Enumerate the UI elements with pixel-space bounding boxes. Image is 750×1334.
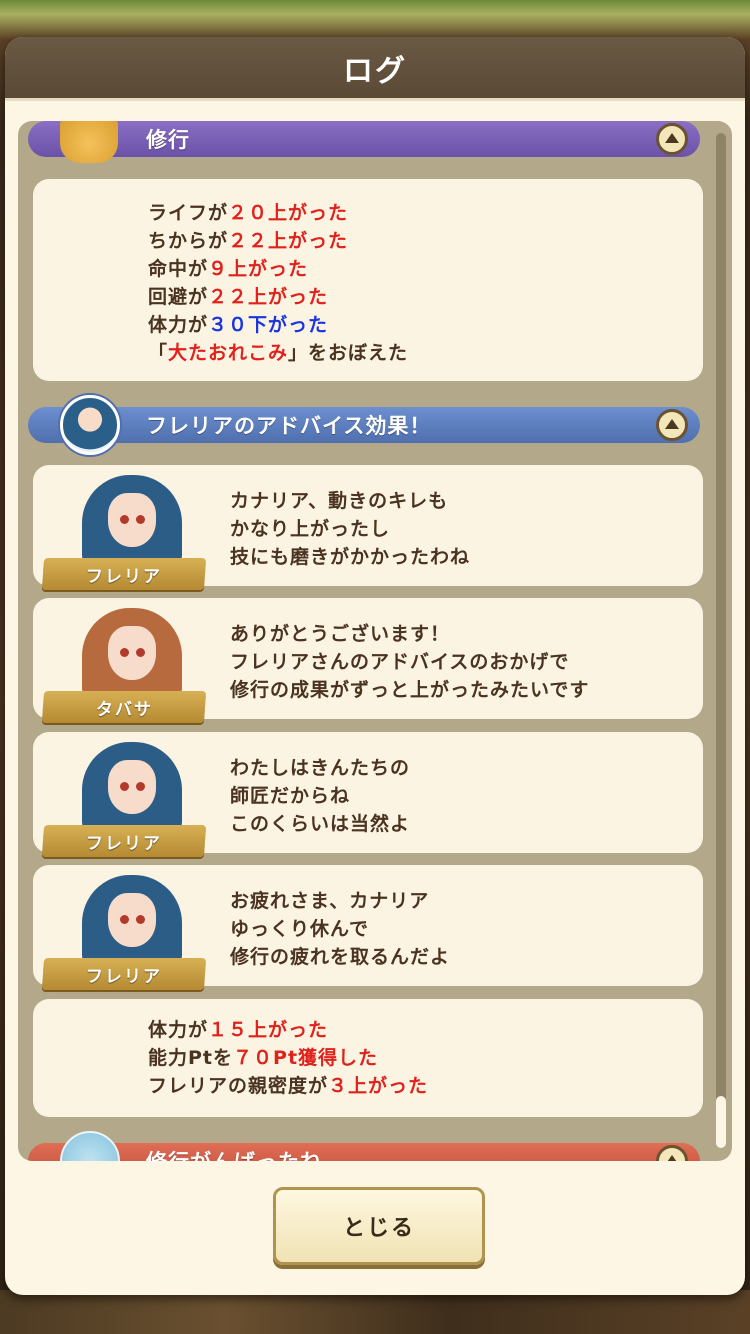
- stat-line: フレリアの親密度が３上がった: [148, 1075, 429, 1097]
- character-portrait: [78, 738, 186, 830]
- section-header-training[interactable]: 修行: [28, 121, 700, 163]
- section-title: 修行がんばったね: [146, 1146, 322, 1161]
- section-title: フレリアのアドバイス効果！: [146, 414, 432, 438]
- dialog-title: ログ: [343, 53, 407, 89]
- log-dialog: ログ 修行 ライフが２０上がった ちからが２２上がった 命中が９上がった 回避が…: [5, 37, 745, 1295]
- training-result-card: ライフが２０上がった ちからが２２上がった 命中が９上がった 回避が２２上がった…: [33, 179, 703, 381]
- log-list: 修行 ライフが２０上がった ちからが２２上がった 命中が９上がった 回避が２２上…: [28, 121, 704, 1161]
- speaker-nameplate: フレリア: [41, 825, 207, 857]
- dialogue-text: お疲れさま、カナリア ゆっくり休んで 修行の疲れを取るんだよ: [230, 890, 451, 968]
- speaker-nameplate: タバサ: [41, 691, 207, 723]
- stat-line: 体力が３０下がった: [148, 314, 329, 336]
- stat-line: 能力Ptを７０Pt獲得した: [148, 1047, 379, 1069]
- dialogue-card: フレリア お疲れさま、カナリア ゆっくり休んで 修行の疲れを取るんだよ: [33, 865, 703, 990]
- close-button[interactable]: とじる: [273, 1187, 485, 1265]
- scrollbar-track[interactable]: [716, 133, 726, 1143]
- dialogue-text: わたしはきんたちの 師匠だからね このくらいは当然よ: [230, 757, 411, 835]
- dialogue-card: フレリア わたしはきんたちの 師匠だからね このくらいは当然よ: [33, 732, 703, 857]
- close-button-label: とじる: [342, 1216, 415, 1241]
- stat-line: ちからが２２上がった: [148, 230, 349, 252]
- bag-icon: [60, 121, 118, 163]
- training-stat-list: ライフが２０上がった ちからが２２上がった 命中が９上がった 回避が２２上がった…: [148, 199, 408, 367]
- stat-line: 回避が２２上がった: [148, 286, 329, 308]
- game-background-bottom: [0, 1290, 750, 1334]
- collapse-icon: [665, 419, 679, 429]
- character-portrait: [78, 604, 186, 696]
- dialog-header: ログ: [5, 37, 745, 101]
- character-portrait: [78, 871, 186, 963]
- learned-skill-line: 「大たおれこみ」をおぼえた: [148, 342, 409, 364]
- collapse-icon: [665, 1155, 679, 1161]
- speaker-nameplate: フレリア: [41, 558, 207, 590]
- collapse-button[interactable]: [656, 123, 688, 155]
- dialogue-card: タバサ ありがとうございます！ フレリアさんのアドバイスのおかげで 修行の成果が…: [33, 598, 703, 723]
- section-title: 修行: [146, 128, 190, 152]
- character-portrait: [78, 471, 186, 563]
- collapse-icon: [665, 133, 679, 143]
- close-button-wrap: とじる: [273, 1187, 485, 1265]
- scrollbar-thumb[interactable]: [716, 1096, 726, 1148]
- section-header-advice[interactable]: フレリアのアドバイス効果！: [28, 395, 700, 455]
- dialogue-text: ありがとうございます！ フレリアさんのアドバイスのおかげで 修行の成果がずっと上…: [230, 623, 590, 701]
- stat-line: 命中が９上がった: [148, 258, 309, 280]
- freria-avatar: [60, 395, 120, 455]
- collapse-button[interactable]: [656, 409, 688, 441]
- stat-line: 体力が１５上がった: [148, 1019, 329, 1041]
- dialogue-card: フレリア カナリア、動きのキレも かなり上がったし 技にも磨きがかかったわね: [33, 465, 703, 590]
- collapse-button[interactable]: [656, 1145, 688, 1161]
- advice-result-card: 体力が１５上がった 能力Ptを７０Pt獲得した フレリアの親密度が３上がった: [33, 999, 703, 1117]
- dialogue-text: カナリア、動きのキレも かなり上がったし 技にも磨きがかかったわね: [230, 490, 471, 568]
- advice-stat-list: 体力が１５上がった 能力Ptを７０Pt獲得した フレリアの親密度が３上がった: [148, 1016, 428, 1100]
- stat-line: ライフが２０上がった: [148, 202, 349, 224]
- speaker-nameplate: フレリア: [41, 958, 207, 990]
- section-header-next[interactable]: 修行がんばったね: [28, 1131, 700, 1161]
- glass-icon: [60, 1131, 120, 1161]
- log-scroll-area[interactable]: 修行 ライフが２０上がった ちからが２２上がった 命中が９上がった 回避が２２上…: [18, 121, 732, 1161]
